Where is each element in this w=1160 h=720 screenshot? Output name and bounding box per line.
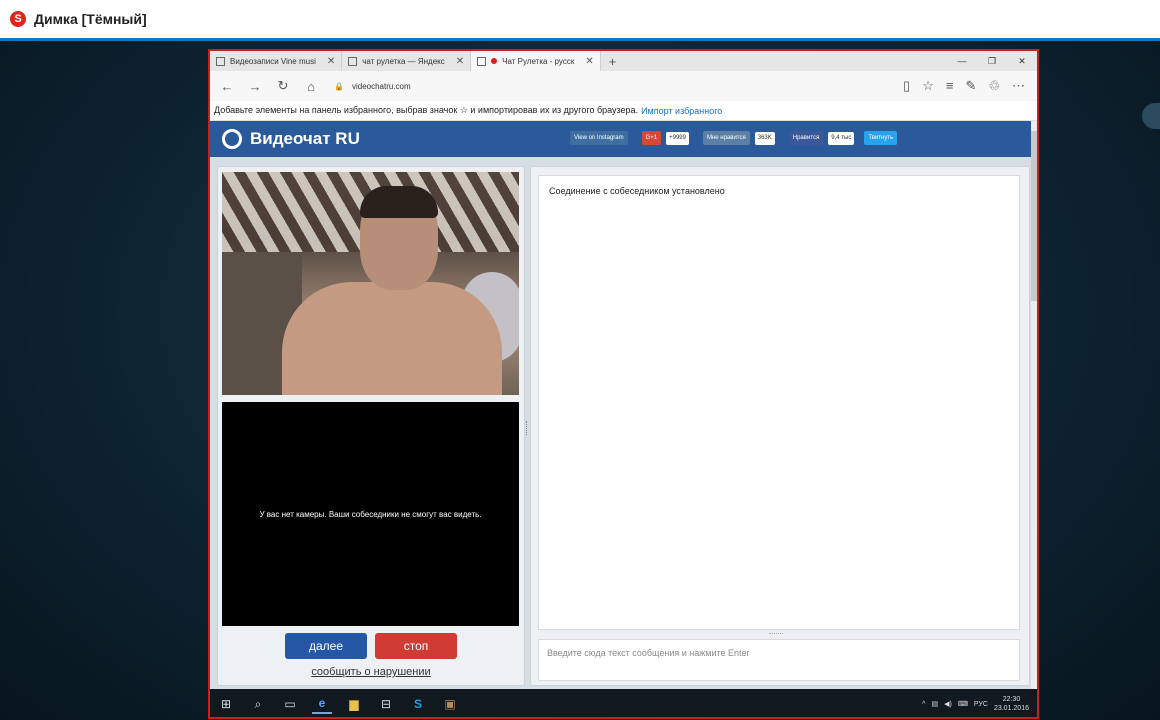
- tab-label: чат рулетка — Яндекс: [362, 56, 445, 66]
- clock[interactable]: 22:30 23.01.2016: [994, 695, 1029, 713]
- skype-side-icon[interactable]: [1142, 103, 1160, 129]
- tab-label: Видеозаписи Vine musi: [230, 56, 316, 66]
- video-panel: У вас нет камеры. Ваши собеседники не см…: [217, 166, 525, 686]
- skype-title-bar: S Димка [Тёмный]: [0, 0, 1160, 38]
- stop-button[interactable]: стоп: [375, 633, 457, 659]
- language-indicator[interactable]: РУС: [974, 701, 988, 708]
- yandex-icon: [348, 56, 358, 66]
- network-icon[interactable]: ▤: [931, 700, 938, 708]
- refresh-icon[interactable]: ↻: [272, 78, 294, 94]
- start-icon[interactable]: ⊞: [216, 694, 236, 714]
- store-icon[interactable]: ⊟: [376, 694, 396, 714]
- hub-icon[interactable]: ≡: [946, 78, 954, 94]
- scroll-thumb[interactable]: [1031, 131, 1037, 301]
- chevron-up-icon[interactable]: ^: [922, 701, 925, 708]
- facebook-count: 9,4 тыс: [828, 131, 855, 145]
- note-icon[interactable]: ✎: [965, 78, 976, 94]
- tab-chatroulette[interactable]: Чат Рулетка - русск ✕: [471, 51, 601, 71]
- control-buttons: далее стоп: [218, 633, 524, 659]
- next-button[interactable]: далее: [285, 633, 367, 659]
- home-icon[interactable]: ⌂: [300, 79, 322, 94]
- no-camera-message: У вас нет камеры. Ваши собеседники не см…: [259, 509, 482, 519]
- reading-view-icon[interactable]: ▯: [903, 78, 910, 94]
- close-window-icon[interactable]: ✕: [1007, 51, 1037, 71]
- windows-taskbar: ⊞ ⌕ ▭ e ▆ ⊟ S ▣ ^ ▤ ◀) ⌨ РУС 22:30 23.01…: [210, 689, 1037, 717]
- facebook-like-button[interactable]: Нравится: [788, 131, 824, 145]
- flower-logo-icon: [222, 129, 242, 149]
- tab-strip: Видеозаписи Vine musi ✕ чат рулетка — Ян…: [210, 51, 1037, 71]
- url-text: videochatru.com: [351, 81, 411, 91]
- shared-browser-window: Видеозаписи Vine musi ✕ чат рулетка — Ян…: [208, 49, 1039, 719]
- edge-icon[interactable]: e: [312, 694, 332, 714]
- close-icon[interactable]: ✕: [327, 56, 335, 67]
- partner-video: [222, 172, 519, 395]
- clock-date: 23.01.2016: [993, 705, 1029, 712]
- twitter-button[interactable]: Твитнуть: [864, 131, 898, 145]
- window-controls: — ❐ ✕: [947, 51, 1037, 71]
- search-icon[interactable]: ⌕: [248, 694, 268, 714]
- back-icon[interactable]: ←: [216, 79, 238, 94]
- site-icon: [477, 56, 487, 66]
- app-icon[interactable]: ▣: [440, 694, 460, 714]
- favorites-hint: Добавьте элементы на панель избранного, …: [214, 105, 639, 115]
- resize-grip[interactable]: [769, 633, 783, 636]
- social-buttons: View on Instagram G+1 +9999 Мне нравится…: [570, 131, 898, 145]
- import-favorites-link[interactable]: Импорт избранного: [641, 106, 722, 116]
- address-actions: ▯ ☆ ≡ ✎ ♲ ⋯: [903, 78, 1031, 94]
- own-video: У вас нет камеры. Ваши собеседники не см…: [222, 402, 519, 626]
- site-logo-text[interactable]: Видеочат RU: [250, 129, 360, 149]
- favorite-star-icon[interactable]: ☆: [922, 78, 934, 94]
- lock-icon: 🔒: [334, 81, 344, 91]
- tab-video[interactable]: Видеозаписи Vine musi ✕: [210, 51, 343, 71]
- system-tray: ^ ▤ ◀) ⌨ РУС 22:30 23.01.2016: [922, 695, 1037, 713]
- gplus-count: +9999: [666, 131, 689, 145]
- address-bar: ← → ↻ ⌂ 🔒 videochatru.com ▯ ☆ ≡ ✎ ♲ ⋯: [210, 71, 1037, 101]
- gplus-button[interactable]: G+1: [641, 131, 662, 145]
- vk-count: 363K: [754, 131, 775, 145]
- facebook-group: Нравится 9,4 тыс: [788, 131, 855, 145]
- instagram-button[interactable]: View on Instagram: [570, 131, 628, 145]
- chat-status-message: Соединение с собеседником установлено: [549, 186, 725, 196]
- close-icon[interactable]: ✕: [585, 56, 593, 67]
- keyboard-icon[interactable]: ⌨: [958, 700, 968, 708]
- panel-divider[interactable]: [526, 421, 529, 435]
- forward-icon[interactable]: →: [244, 79, 266, 94]
- report-link[interactable]: сообщить о нарушении: [218, 666, 524, 678]
- chat-log: Соединение с собеседником установлено: [538, 175, 1020, 630]
- tab-label: Чат Рулетка - русск: [502, 56, 575, 66]
- new-tab-button[interactable]: +: [601, 51, 625, 71]
- restore-icon[interactable]: ❐: [977, 51, 1007, 71]
- tab-yandex[interactable]: чат рулетка — Яндекс ✕: [342, 51, 472, 71]
- message-placeholder: Введите сюда текст сообщения и нажмите E…: [547, 648, 750, 658]
- page-scrollbar[interactable]: [1031, 121, 1037, 689]
- skype-contact-title: Димка [Тёмный]: [34, 11, 147, 27]
- favorites-bar: Добавьте элементы на панель избранного, …: [210, 101, 1037, 121]
- vk-group: Мне нравится 363K: [702, 131, 775, 145]
- share-icon[interactable]: ♲: [988, 78, 1000, 94]
- site-header: Видеочат RU View on Instagram G+1 +9999 …: [210, 121, 1037, 157]
- volume-icon[interactable]: ◀): [944, 700, 952, 708]
- skype-icon[interactable]: S: [408, 694, 428, 714]
- vk-like-button[interactable]: Мне нравится: [702, 131, 750, 145]
- videochat-site: Видеочат RU View on Instagram G+1 +9999 …: [210, 121, 1037, 689]
- page-icon: [216, 56, 225, 66]
- url-field[interactable]: 🔒 videochatru.com: [328, 82, 897, 91]
- chat-panel: Соединение с собеседником установлено Вв…: [530, 166, 1030, 686]
- task-view-icon[interactable]: ▭: [280, 694, 300, 714]
- recording-icon: [491, 58, 498, 64]
- clock-time: 22:30: [1002, 696, 1021, 703]
- file-explorer-icon[interactable]: ▆: [344, 694, 364, 714]
- minimize-icon[interactable]: —: [947, 51, 977, 71]
- skype-logo-icon: S: [10, 11, 26, 27]
- close-icon[interactable]: ✕: [456, 56, 464, 67]
- message-input[interactable]: Введите сюда текст сообщения и нажмите E…: [538, 639, 1020, 681]
- more-icon[interactable]: ⋯: [1012, 78, 1025, 94]
- gplus-group: G+1 +9999: [641, 131, 689, 145]
